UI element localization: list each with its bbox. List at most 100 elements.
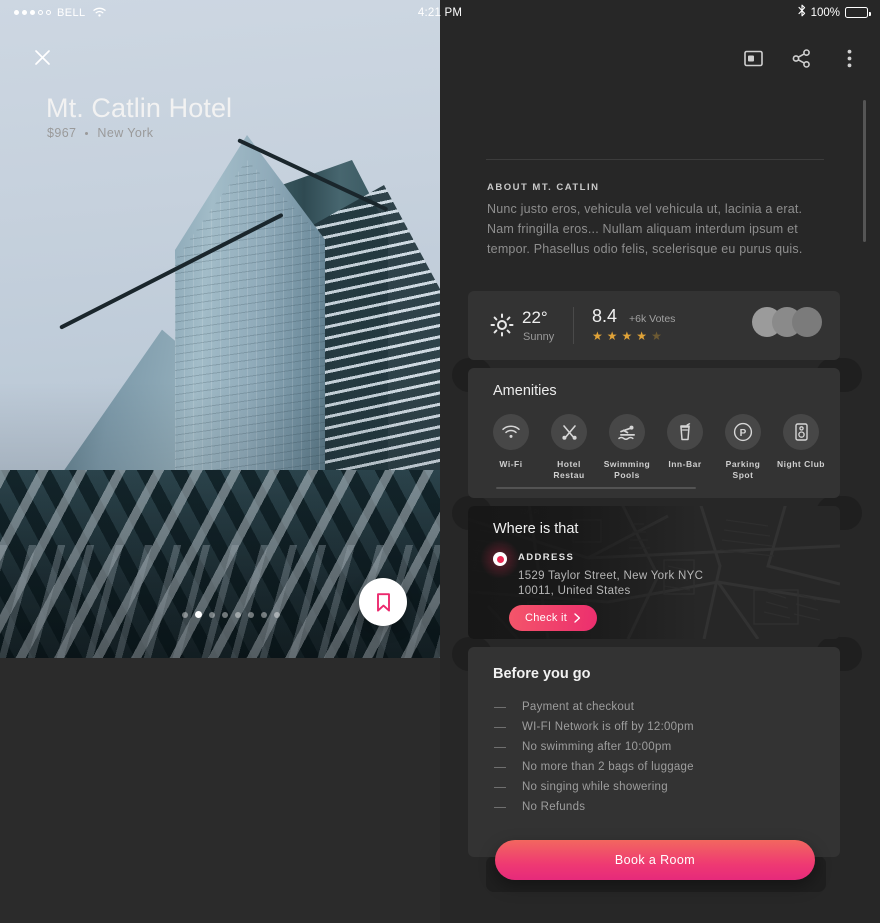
address-line-2: 10011, United States: [518, 585, 631, 597]
drink-cup-icon: [667, 414, 703, 450]
amenities-scroll-indicator[interactable]: [496, 487, 696, 489]
amenity-label: Night Club: [777, 459, 825, 469]
list-item: No swimming after 10:00pm: [494, 737, 814, 757]
check-it-button[interactable]: Check it: [509, 605, 598, 631]
pagination-dot[interactable]: [222, 611, 228, 618]
battery-icon: [845, 7, 871, 18]
rating-score: 8.4: [592, 306, 618, 326]
status-bar-right: 100%: [798, 0, 871, 25]
wifi-icon: [493, 414, 529, 450]
status-bar: BELL 4:21 PM 100%: [0, 0, 880, 25]
hotel-subtitle: $967 New York: [47, 126, 153, 140]
list-item-label: No swimming after 10:00pm: [522, 741, 672, 753]
panel-scrollbar[interactable]: [863, 100, 866, 242]
amenity-label: Wi-Fi: [499, 459, 523, 469]
pagination-dot[interactable]: [209, 611, 215, 618]
close-icon[interactable]: [30, 45, 54, 69]
more-vertical-icon[interactable]: [836, 45, 862, 71]
before-you-go-card: Before you go Payment at checkout WI-FI …: [468, 647, 840, 857]
star-icon: ★: [621, 329, 633, 343]
amenity-parking-spot[interactable]: P Parking Spot: [718, 414, 768, 481]
weather-condition: Sunny: [523, 331, 555, 343]
dash-icon: [494, 806, 506, 808]
amenity-inn-bar[interactable]: Inn-Bar: [660, 414, 710, 481]
rating-votes: +6k Votes: [629, 313, 676, 325]
dash-icon: [494, 786, 506, 788]
pagination-dot[interactable]: [261, 611, 267, 618]
avatar: [792, 307, 822, 337]
sun-icon: [490, 313, 514, 337]
bluetooth-icon: [798, 4, 806, 22]
share-icon[interactable]: [788, 45, 814, 71]
star-icon: ★: [592, 329, 603, 343]
amenity-wifi[interactable]: Wi-Fi: [486, 414, 536, 481]
app-screen: Mt. Catlin Hotel $967 New York ABOUT MT.…: [0, 0, 880, 923]
hotel-location: New York: [97, 126, 154, 140]
list-item-label: No Refunds: [522, 801, 586, 813]
list-item: No more than 2 bags of luggage: [494, 757, 814, 777]
list-item: No singing while showering: [494, 777, 814, 797]
map-pin-core: [496, 555, 504, 563]
weather-rating-card: 22° Sunny 8.4 +6k Votes ★ ★ ★ ★ ★: [468, 291, 840, 360]
pagination-dot-active[interactable]: [195, 611, 202, 618]
amenity-swimming-pools[interactable]: Swimming Pools: [602, 414, 652, 481]
amenities-row[interactable]: Wi-Fi Hotel Restau Swimming Pools Inn-Ba…: [486, 414, 826, 481]
pagination-dot[interactable]: [182, 611, 188, 618]
page-title: Mt. Catlin Hotel: [46, 93, 233, 123]
amenity-label: Hotel Restau: [553, 459, 585, 480]
meta-divider: [573, 307, 574, 344]
map-pin-ring: [493, 552, 507, 566]
hotel-price: $967: [47, 126, 77, 140]
list-item-label: Payment at checkout: [522, 701, 635, 713]
list-item-label: No more than 2 bags of luggage: [522, 761, 694, 773]
parking-icon: P: [725, 414, 761, 450]
chevron-right-icon: [574, 613, 581, 623]
list-item-label: WI-FI Network is off by 12:00pm: [522, 721, 694, 733]
book-a-room-button[interactable]: Book a Room: [495, 840, 815, 880]
list-item: Payment at checkout: [494, 697, 814, 717]
star-icon: ★: [636, 329, 648, 343]
speaker-icon: [783, 414, 819, 450]
amenities-title: Amenities: [493, 383, 557, 399]
star-icon-empty: ★: [651, 329, 662, 343]
reviewer-avatars[interactable]: [752, 307, 822, 337]
map-pin-icon: [480, 539, 520, 579]
pagination-dot[interactable]: [274, 611, 280, 618]
amenity-hotel-restau[interactable]: Hotel Restau: [544, 414, 594, 481]
card-view-icon[interactable]: [740, 45, 766, 71]
temperature-value: 22°: [522, 308, 548, 327]
swimmer-icon: [609, 414, 645, 450]
photo-pagination[interactable]: [182, 611, 280, 618]
dash-icon: [494, 746, 506, 748]
star-rating: ★ ★ ★ ★ ★: [592, 329, 662, 343]
amenities-card: Amenities Wi-Fi Hotel Restau Swimming Po…: [468, 368, 840, 498]
before-you-go-title: Before you go: [493, 666, 591, 682]
list-item-label: No singing while showering: [522, 781, 668, 793]
amenity-night-club[interactable]: Night Club: [776, 414, 826, 481]
location-map-card[interactable]: 73rd Pl Cooper Ave 72nd Pl 72nd St Where…: [468, 506, 840, 639]
clock-label: 4:21 PM: [417, 6, 463, 19]
about-label: ABOUT MT. CATLIN: [487, 182, 600, 193]
title-divider: [486, 159, 824, 160]
status-bar-center: 4:21 PM: [0, 0, 880, 25]
amenity-label: Parking Spot: [725, 459, 761, 480]
map-title: Where is that: [493, 521, 579, 537]
battery-percent-label: 100%: [810, 6, 840, 19]
address-line-1: 1529 Taylor Street, New York NYC: [518, 570, 704, 582]
bookmark-icon: [376, 592, 390, 612]
pagination-dot[interactable]: [248, 611, 254, 618]
list-item: WI-FI Network is off by 12:00pm: [494, 717, 814, 737]
svg-text:P: P: [740, 428, 747, 439]
pagination-dot[interactable]: [235, 611, 241, 618]
amenity-label: Inn-Bar: [668, 459, 702, 469]
cutlery-icon: [551, 414, 587, 450]
bookmark-button[interactable]: [359, 578, 407, 626]
amenity-label: Swimming Pools: [603, 459, 651, 480]
address-label: ADDRESS: [518, 552, 575, 563]
dash-icon: [494, 706, 506, 708]
dash-icon: [494, 766, 506, 768]
list-item: No Refunds: [494, 797, 814, 817]
dash-icon: [494, 726, 506, 728]
about-body: Nunc justo eros, vehicula vel vehicula u…: [487, 202, 803, 256]
separator-dot: [85, 131, 89, 135]
